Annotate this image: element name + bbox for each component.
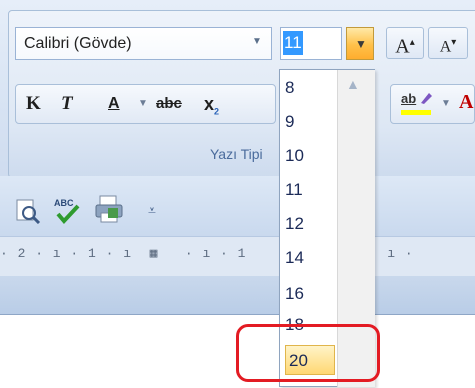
subscript-label: x bbox=[204, 94, 215, 114]
font-name-combobox[interactable]: Calibri (Gövde) bbox=[15, 27, 272, 60]
font-size-option-12[interactable]: 12 bbox=[285, 209, 335, 239]
highlight-color-swatch bbox=[401, 110, 431, 115]
grow-font-label: A bbox=[395, 35, 410, 58]
underline-button[interactable]: A bbox=[108, 91, 120, 117]
shrink-font-button[interactable]: A▾ bbox=[428, 27, 468, 59]
scroll-up-arrow-icon[interactable]: ▲ bbox=[346, 76, 360, 92]
chevron-down-icon[interactable]: ▼ bbox=[138, 91, 148, 117]
highlighter-pen-icon bbox=[421, 93, 432, 104]
subscript-small: 2 bbox=[214, 106, 220, 117]
font-size-option-14[interactable]: 14 bbox=[285, 243, 335, 273]
annotation-highlight-ring bbox=[236, 324, 380, 382]
print-icon[interactable] bbox=[94, 194, 126, 224]
strikethrough-button[interactable]: abc bbox=[156, 91, 182, 117]
document-frame bbox=[0, 276, 475, 314]
font-size-option-10[interactable]: 10 bbox=[285, 141, 335, 171]
chevron-down-icon[interactable]: ▼ bbox=[252, 36, 262, 47]
grow-font-button[interactable]: A▴ bbox=[386, 27, 424, 59]
highlight-label: ab bbox=[401, 91, 417, 106]
subscript-button[interactable]: x2 bbox=[204, 91, 219, 117]
chevron-down-icon: ▼ bbox=[355, 37, 367, 51]
highlight-button-row: ab ▼ A bbox=[390, 84, 475, 124]
font-size-dropdown-button[interactable]: ▼ bbox=[346, 27, 374, 60]
print-preview-icon[interactable] bbox=[14, 198, 42, 224]
shrink-font-label: A bbox=[439, 38, 452, 56]
format-button-row: K T A ▼ abc x2 bbox=[15, 84, 276, 124]
font-size-option-9[interactable]: 9 bbox=[285, 107, 335, 137]
font-size-option-16[interactable]: 16 bbox=[285, 279, 335, 309]
svg-text:ABC: ABC bbox=[54, 198, 74, 208]
font-size-value[interactable]: 11 bbox=[283, 31, 303, 55]
text-highlight-button[interactable]: ab bbox=[399, 90, 435, 118]
italic-button[interactable]: T bbox=[61, 91, 73, 117]
customize-toolbar-icon[interactable]: ⩡ bbox=[148, 202, 156, 219]
font-size-option-8[interactable]: 8 bbox=[285, 73, 335, 103]
chevron-down-icon[interactable]: ▼ bbox=[441, 98, 451, 109]
font-group-label: Yazı Tipi bbox=[210, 146, 263, 162]
spelling-icon[interactable]: ABC bbox=[52, 194, 82, 224]
quick-access-toolbar: ABC ⩡ bbox=[0, 176, 475, 236]
bold-button[interactable]: K bbox=[26, 91, 41, 117]
font-size-option-11[interactable]: 11 bbox=[285, 175, 335, 205]
font-color-button[interactable]: A bbox=[459, 91, 473, 114]
